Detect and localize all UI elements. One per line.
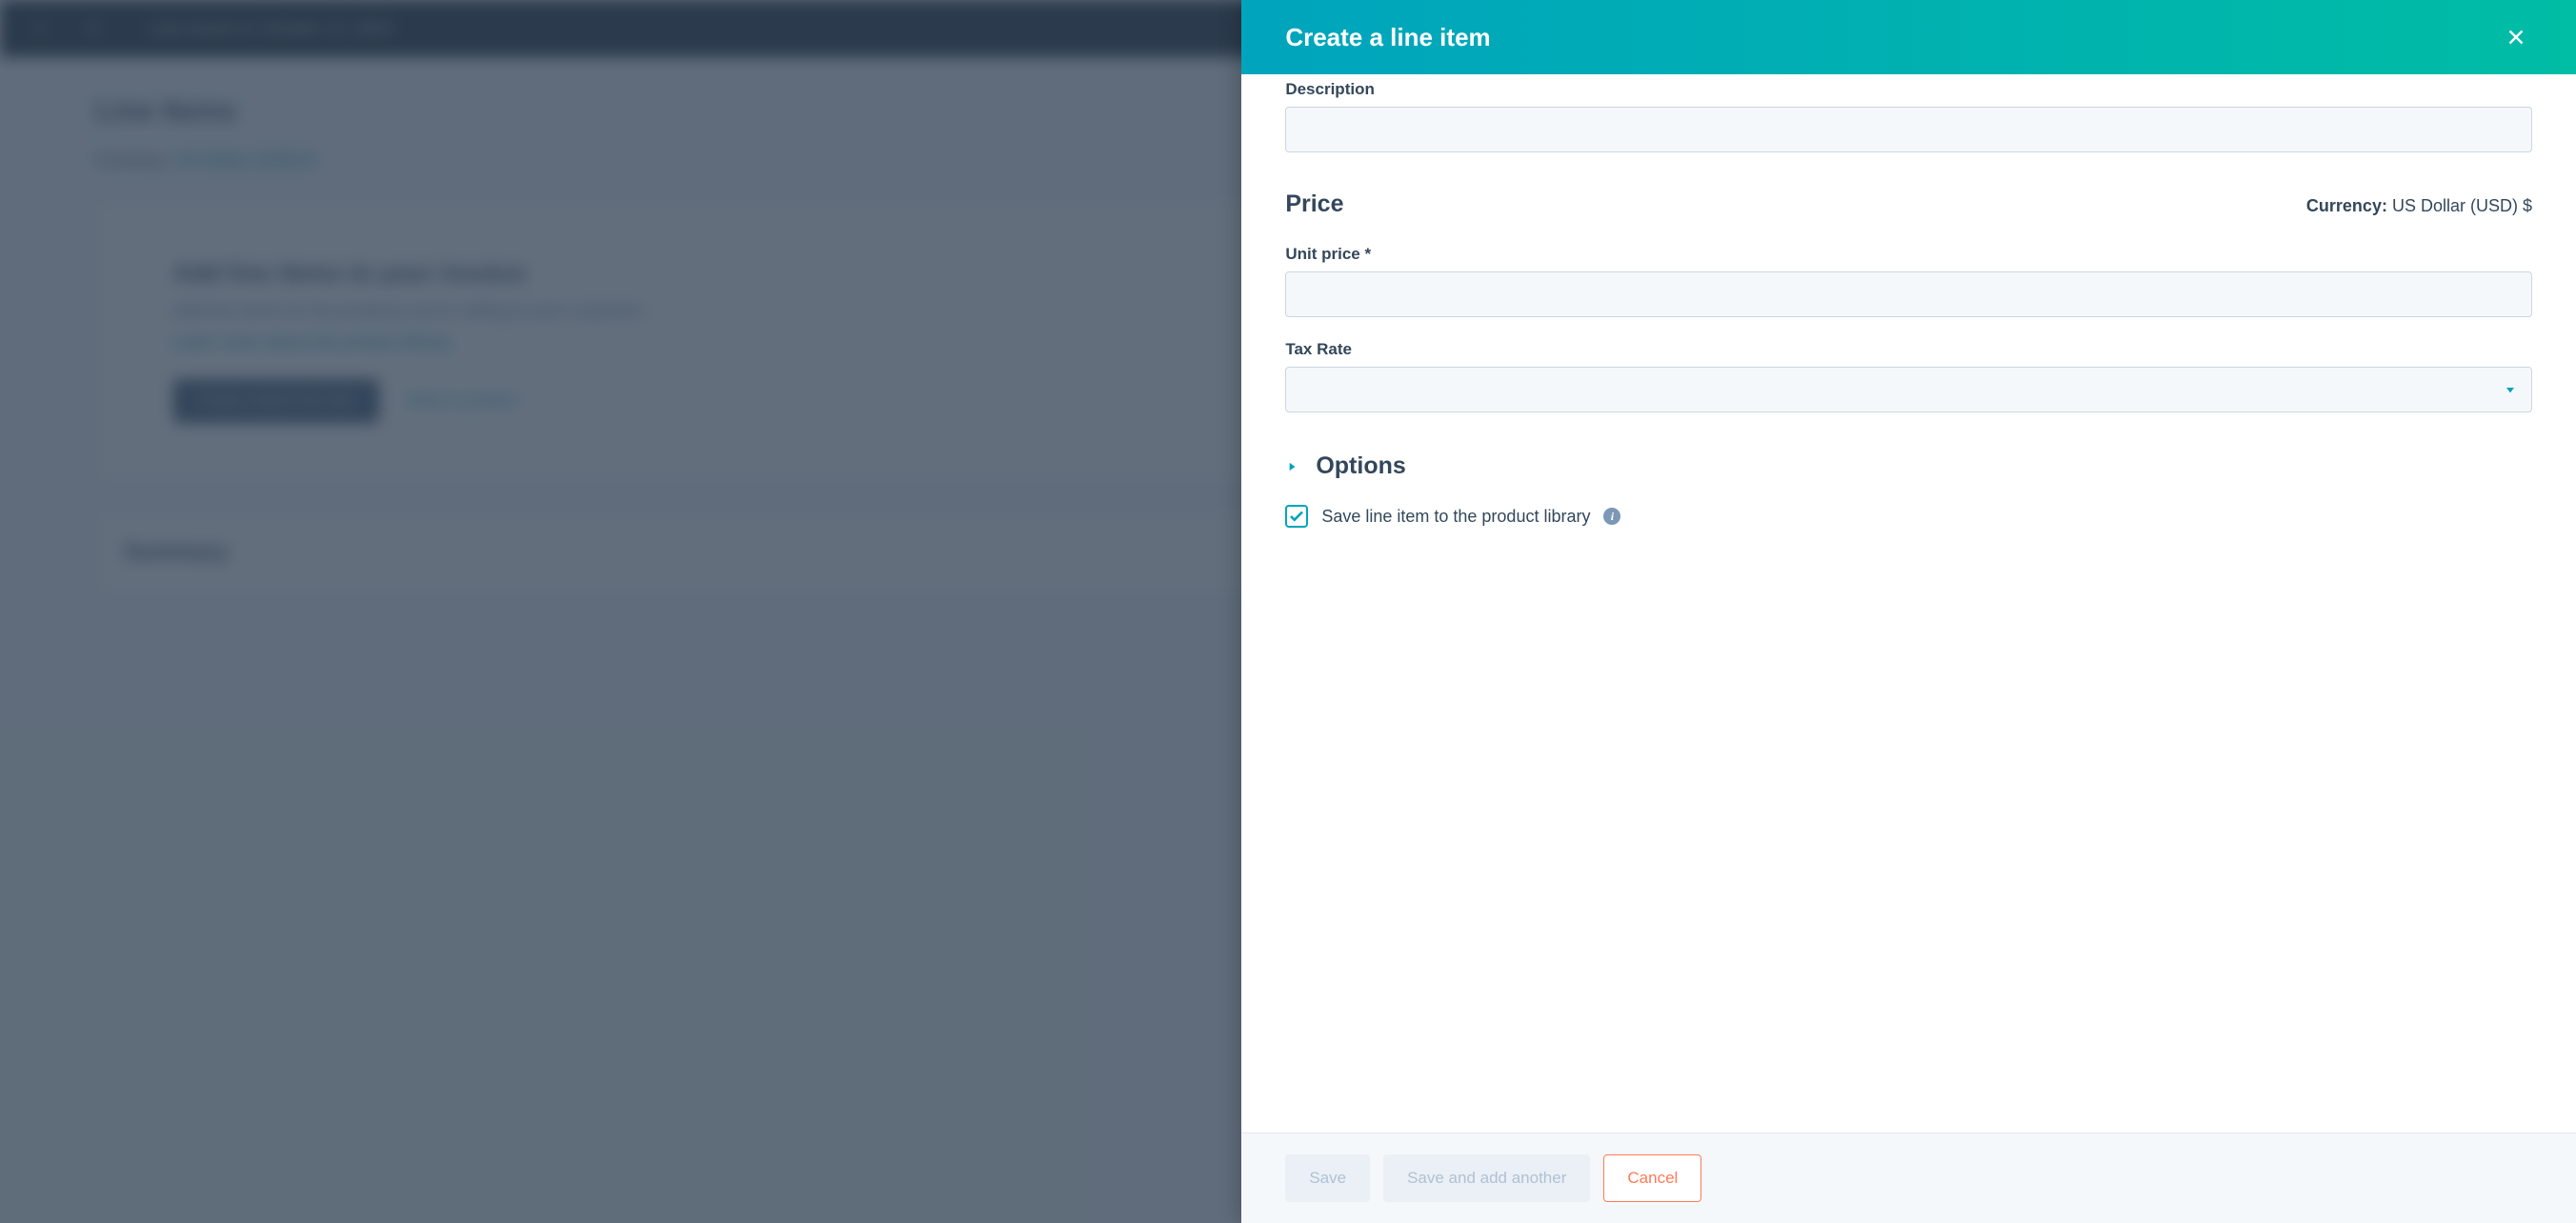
panel-title: Create a line item (1285, 23, 1490, 52)
price-section-row: Price Currency: US Dollar (USD) $ (1285, 190, 2532, 218)
currency-info: Currency: US Dollar (USD) $ (2306, 196, 2532, 216)
create-line-item-panel: Create a line item Description Price Cur… (1241, 0, 2576, 1223)
tax-rate-group: Tax Rate (1285, 340, 2532, 412)
close-button[interactable] (2500, 21, 2532, 53)
tax-rate-select[interactable] (1285, 367, 2532, 412)
tax-rate-label: Tax Rate (1285, 340, 2532, 359)
panel-body: Description Price Currency: US Dollar (U… (1241, 74, 2576, 1133)
panel-footer: Save Save and add another Cancel (1241, 1133, 2576, 1223)
options-label: Options (1316, 452, 1405, 480)
chevron-down-icon (2503, 382, 2518, 397)
info-icon[interactable]: i (1603, 508, 1620, 525)
save-to-library-label: Save line item to the product library (1321, 507, 1590, 527)
save-to-library-checkbox[interactable] (1285, 505, 1308, 528)
close-icon (2504, 25, 2528, 50)
save-to-library-row: Save line item to the product library i (1285, 505, 2532, 528)
cancel-button[interactable]: Cancel (1603, 1154, 1701, 1202)
description-group: Description (1285, 80, 2532, 152)
price-section-title: Price (1285, 190, 1343, 218)
options-toggle[interactable]: Options (1285, 452, 2532, 480)
save-and-add-another-button[interactable]: Save and add another (1383, 1154, 1590, 1202)
unit-price-input[interactable] (1285, 271, 2532, 317)
description-input[interactable] (1285, 107, 2532, 152)
save-button[interactable]: Save (1285, 1154, 1370, 1202)
unit-price-group: Unit price * (1285, 245, 2532, 317)
chevron-right-icon (1285, 457, 1298, 476)
description-label: Description (1285, 80, 2532, 99)
panel-header: Create a line item (1241, 0, 2576, 74)
unit-price-label: Unit price * (1285, 245, 2532, 264)
checkmark-icon (1288, 508, 1305, 525)
